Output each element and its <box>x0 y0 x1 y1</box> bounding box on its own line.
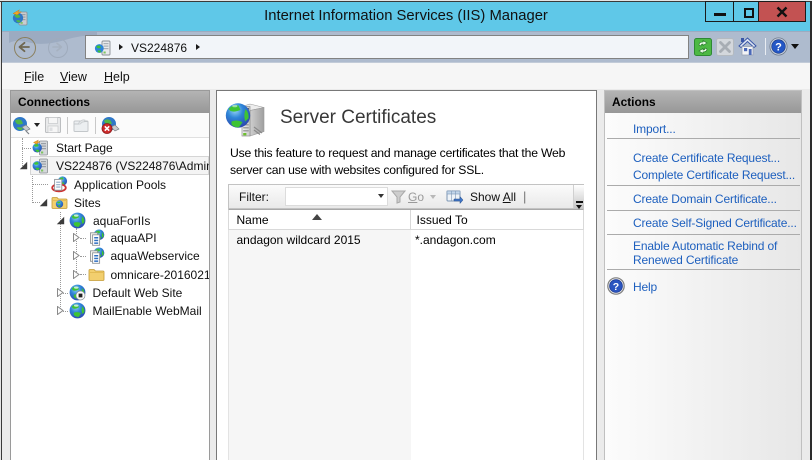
svg-text:?: ? <box>775 41 782 53</box>
svg-text:?: ? <box>613 281 619 293</box>
